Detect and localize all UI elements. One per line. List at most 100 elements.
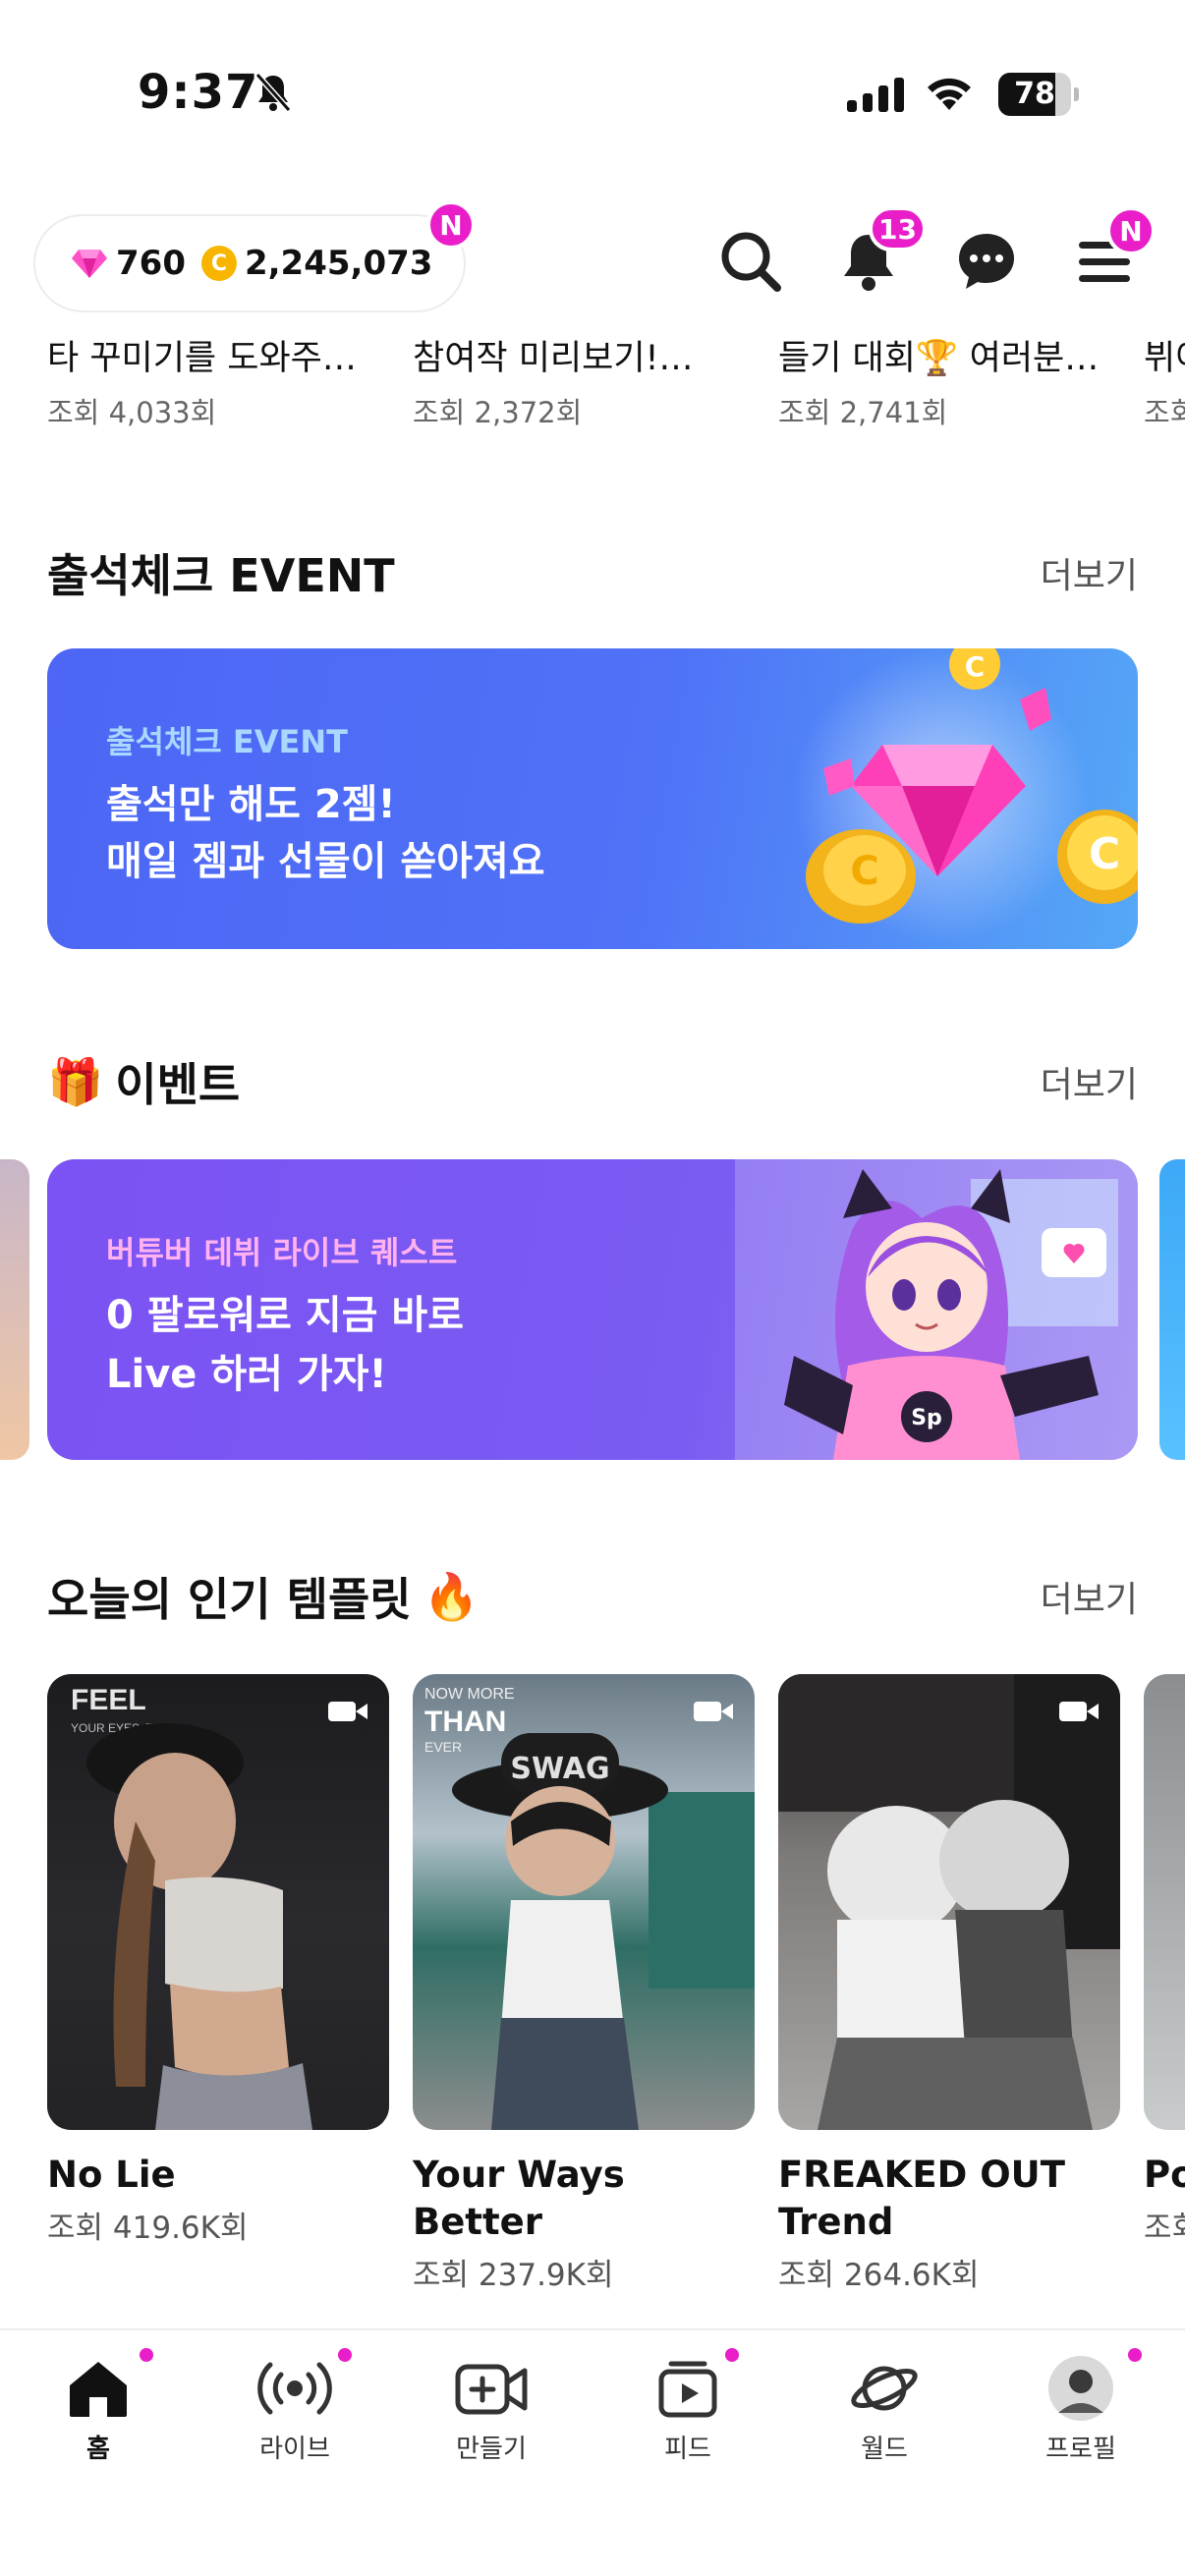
menu-new-badge: N bbox=[1106, 206, 1156, 255]
list-item[interactable]: 타 꾸미기를 도와주… 조회 4,033회 bbox=[47, 330, 371, 431]
banner-subline: 매일 젬과 선물이 쏟아져요 bbox=[106, 839, 545, 884]
item-title: 들기 대회🏆 여러분… bbox=[778, 339, 1100, 378]
tab-feed[interactable]: 피드 bbox=[590, 2348, 786, 2472]
create-video-icon bbox=[455, 2364, 528, 2415]
top-app-bar: 760 C 2,245,073 N 13 N bbox=[0, 196, 1185, 324]
coin-balance: C 2,245,073 bbox=[200, 244, 433, 283]
silent-mode-icon bbox=[254, 73, 292, 112]
template-views: 조회 419.6K회 bbox=[47, 2211, 249, 2246]
template-name: Your Ways Better bbox=[413, 2154, 625, 2243]
battery-percent: 78 bbox=[1014, 77, 1055, 111]
template-card[interactable]: FREAKED OUT Trend 조회 264.6K회 bbox=[778, 1674, 1120, 2294]
gem-and-coins-illustration: C C C bbox=[794, 648, 1138, 943]
template-thumbnail: NOW MORE THAN EVER SWAG bbox=[413, 1674, 755, 2130]
bottom-tab-bar: 홈 라이브 만들기 피드 월드 프로필 bbox=[0, 2328, 1185, 2576]
template-name: FREAKED OUT Trend bbox=[778, 2154, 1065, 2243]
tab-label: 피드 bbox=[664, 2435, 711, 2464]
banner-headline: 0 팔로워로 지금 바로 bbox=[106, 1293, 465, 1338]
list-item[interactable]: 참여작 미리보기!… 조회 2,372회 bbox=[413, 330, 737, 431]
more-link[interactable]: 더보기 bbox=[1041, 1056, 1138, 1107]
banner-headline: 출석만 해도 2젬! bbox=[106, 782, 396, 827]
wifi-icon bbox=[928, 78, 971, 110]
template-carousel: FEEL YOUR EYES, THEY No Lie 조회 419.6K회 N… bbox=[0, 1670, 1185, 2299]
messages-button[interactable] bbox=[947, 222, 1026, 301]
new-indicator-dot bbox=[725, 2348, 739, 2362]
coin-icon: C bbox=[200, 246, 237, 281]
home-icon bbox=[70, 2362, 127, 2417]
template-thumbnail bbox=[1144, 1674, 1185, 2130]
tab-label: 프로필 bbox=[1045, 2435, 1116, 2464]
gem-balance: 760 bbox=[71, 244, 186, 283]
tab-live[interactable]: 라이브 bbox=[197, 2348, 393, 2472]
search-button[interactable] bbox=[711, 222, 790, 301]
svg-text:C: C bbox=[850, 849, 878, 894]
tab-create[interactable]: 만들기 bbox=[393, 2354, 590, 2472]
template-views: 조회 237.9K회 bbox=[413, 2258, 614, 2293]
more-link[interactable]: 더보기 bbox=[1041, 547, 1138, 598]
template-views: 조회 264.6K회 bbox=[778, 2258, 980, 2293]
banner-eyebrow: 버튜버 데뷔 라이브 퀘스트 bbox=[106, 1234, 458, 1271]
template-name: Po bbox=[1144, 2154, 1185, 2196]
video-camera-icon bbox=[328, 1702, 367, 1721]
template-card[interactable]: FEEL YOUR EYES, THEY No Lie 조회 419.6K회 bbox=[47, 1674, 389, 2247]
previous-content-row: 타 꾸미기를 도와주… 조회 4,033회 참여작 미리보기!… 조회 2,37… bbox=[0, 330, 1185, 438]
template-views: 조회 bbox=[1144, 2211, 1185, 2246]
status-bar: 9:37 78 bbox=[0, 0, 1185, 187]
tab-label: 라이브 bbox=[259, 2435, 330, 2464]
video-camera-icon bbox=[1059, 1702, 1099, 1721]
template-card[interactable]: Po 조회 bbox=[1144, 1674, 1185, 2247]
attendance-section-header: 출석체크 EVENT 더보기 bbox=[47, 538, 1138, 607]
sticker-text: Sp bbox=[911, 1406, 942, 1430]
template-artwork bbox=[778, 1674, 1120, 2130]
item-views: 조회 2,741회 bbox=[778, 396, 948, 429]
previous-banner-peek[interactable] bbox=[0, 1159, 29, 1460]
tab-world[interactable]: 월드 bbox=[786, 2354, 983, 2472]
new-indicator-dot bbox=[338, 2348, 352, 2362]
feed-play-icon bbox=[658, 2361, 717, 2418]
list-item[interactable]: 들기 대회🏆 여러분… 조회 2,741회 bbox=[778, 330, 1102, 431]
tab-label: 홈 bbox=[86, 2435, 110, 2464]
live-broadcast-icon bbox=[257, 2362, 332, 2415]
svg-text:C: C bbox=[1089, 829, 1120, 879]
list-item[interactable]: 뷔어 조회 bbox=[1144, 330, 1185, 431]
video-camera-icon bbox=[694, 1702, 733, 1721]
item-title: 참여작 미리보기!… bbox=[413, 339, 694, 378]
tab-label: 월드 bbox=[861, 2435, 908, 2464]
new-indicator-dot bbox=[140, 2348, 153, 2362]
events-section-header: 🎁 이벤트 더보기 bbox=[47, 1047, 1138, 1116]
currency-wallet-button[interactable]: 760 C 2,245,073 bbox=[33, 214, 466, 312]
status-time: 9:37 bbox=[138, 65, 259, 120]
section-title-text: 오늘의 인기 템플릿 bbox=[47, 1573, 412, 1626]
gift-icon: 🎁 bbox=[47, 1054, 104, 1108]
vtuber-quest-banner[interactable]: 버튜버 데뷔 라이브 퀘스트 0 팔로워로 지금 바로 Live 하러 가자! … bbox=[47, 1159, 1138, 1460]
section-title: 오늘의 인기 템플릿 🔥 bbox=[47, 1564, 480, 1629]
planet-icon bbox=[851, 2366, 918, 2411]
section-title: 출석체크 EVENT bbox=[47, 549, 395, 602]
gem-icon bbox=[72, 250, 107, 278]
templates-section-header: 오늘의 인기 템플릿 🔥 더보기 bbox=[47, 1562, 1138, 1631]
template-artwork: SWAG bbox=[452, 1733, 755, 2130]
vtuber-character-illustration: Sp bbox=[735, 1159, 1138, 1460]
tab-profile[interactable]: 프로필 bbox=[983, 2348, 1179, 2472]
banner-subline: Live 하러 가자! bbox=[106, 1352, 387, 1397]
battery-icon: 78 bbox=[998, 73, 1079, 116]
template-card[interactable]: NOW MORE THAN EVER SWAG Your Ways Better… bbox=[413, 1674, 755, 2294]
profile-avatar bbox=[1048, 2356, 1113, 2421]
item-views: 조회 bbox=[1144, 396, 1185, 429]
template-artwork bbox=[86, 1723, 312, 2130]
item-title: 타 꾸미기를 도와주… bbox=[47, 339, 357, 378]
banner-eyebrow: 출석체크 EVENT bbox=[106, 723, 348, 760]
notification-count-badge: 13 bbox=[869, 206, 927, 252]
attendance-event-banner[interactable]: 출석체크 EVENT 출석만 해도 2젬! 매일 젬과 선물이 쏟아져요 C C… bbox=[47, 648, 1138, 949]
search-icon bbox=[721, 232, 781, 292]
svg-text:C: C bbox=[965, 650, 986, 683]
next-banner-peek[interactable] bbox=[1159, 1159, 1185, 1460]
new-indicator-dot bbox=[1128, 2348, 1142, 2362]
more-link[interactable]: 더보기 bbox=[1041, 1571, 1138, 1622]
template-name: No Lie bbox=[47, 2154, 176, 2196]
tab-home[interactable]: 홈 bbox=[0, 2348, 197, 2472]
item-views: 조회 4,033회 bbox=[47, 396, 217, 429]
chat-bubble-icon bbox=[959, 234, 1014, 289]
gem-count: 760 bbox=[116, 244, 186, 283]
coin-count: 2,245,073 bbox=[244, 244, 433, 283]
